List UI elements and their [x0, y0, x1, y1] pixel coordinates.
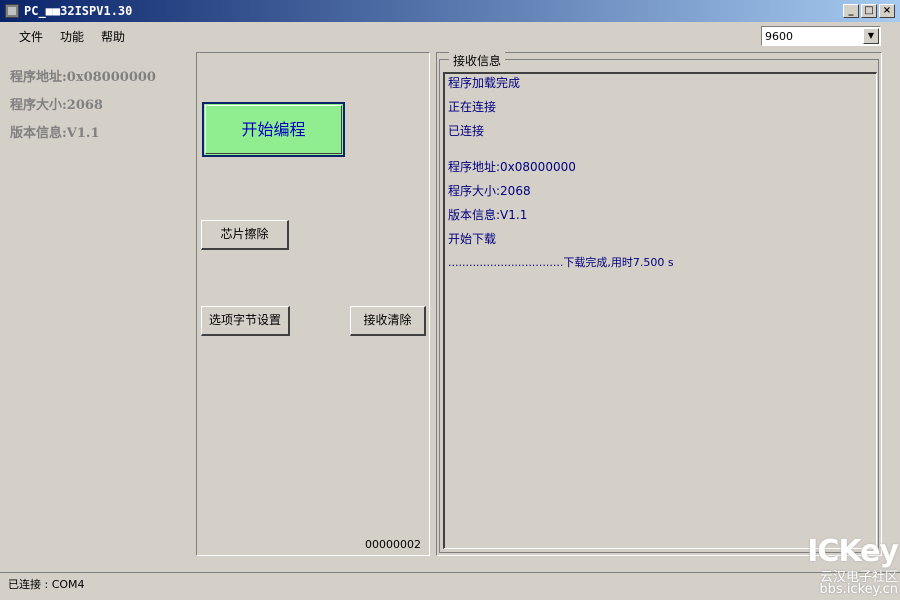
log-line: 已连接: [448, 124, 485, 138]
watermark-url: bbs.ickey.cn: [819, 582, 898, 597]
receive-group: 接收信息 程序加载完成 正在连接 已连接 程序地址:0x08000000 程序大…: [436, 52, 882, 556]
byte-counter: 00000002: [365, 538, 421, 551]
log-line: 版本信息:V1.1: [448, 208, 528, 222]
close-button[interactable]: ×: [879, 4, 895, 18]
connection-status: 已连接 : COM4: [8, 578, 85, 591]
chevron-down-icon[interactable]: ▼: [863, 28, 879, 44]
start-programming-button[interactable]: 开始编程: [202, 102, 345, 157]
program-info-panel: 程序地址:0x08000000 程序大小:2068 版本信息:V1.1: [6, 52, 196, 568]
menu-file[interactable]: 文件: [19, 28, 43, 45]
log-line: 程序加载完成: [448, 76, 521, 90]
baud-rate-value: 9600: [765, 30, 793, 43]
minimize-button[interactable]: _: [843, 4, 859, 18]
version-info: 版本信息:V1.1: [10, 126, 100, 141]
log-line: .................................下载完成,用时…: [448, 256, 674, 269]
log-line: 正在连接: [448, 100, 497, 114]
control-panel: 开始编程 芯片擦除 选项字节设置 接收清除 00000002: [196, 52, 430, 556]
menu-help[interactable]: 帮助: [101, 28, 125, 45]
title-bar[interactable]: PC_■■32ISPV1.30 _ □ ×: [0, 0, 900, 22]
program-size: 程序大小:2068: [10, 98, 103, 113]
baud-rate-select[interactable]: 9600 ▼: [761, 26, 881, 46]
window-title: PC_■■32ISPV1.30: [24, 4, 133, 18]
receive-text-area[interactable]: 程序加载完成 正在连接 已连接 程序地址:0x08000000 程序大小:206…: [443, 72, 877, 549]
chip-erase-button[interactable]: 芯片擦除: [201, 220, 289, 250]
option-bytes-button[interactable]: 选项字节设置: [201, 306, 290, 336]
log-line: 程序地址:0x08000000: [448, 160, 576, 174]
status-bar: 已连接 : COM4: [0, 572, 900, 598]
maximize-button[interactable]: □: [861, 4, 877, 18]
log-line: 开始下载: [448, 232, 497, 246]
log-line: 程序大小:2068: [448, 184, 531, 198]
clear-receive-button[interactable]: 接收清除: [350, 306, 426, 336]
watermark-logo: ICKey: [807, 534, 899, 569]
app-chip-icon: [5, 4, 19, 18]
program-address: 程序地址:0x08000000: [10, 70, 156, 85]
menu-function[interactable]: 功能: [60, 28, 84, 45]
group-legend: 接收信息: [449, 52, 506, 69]
